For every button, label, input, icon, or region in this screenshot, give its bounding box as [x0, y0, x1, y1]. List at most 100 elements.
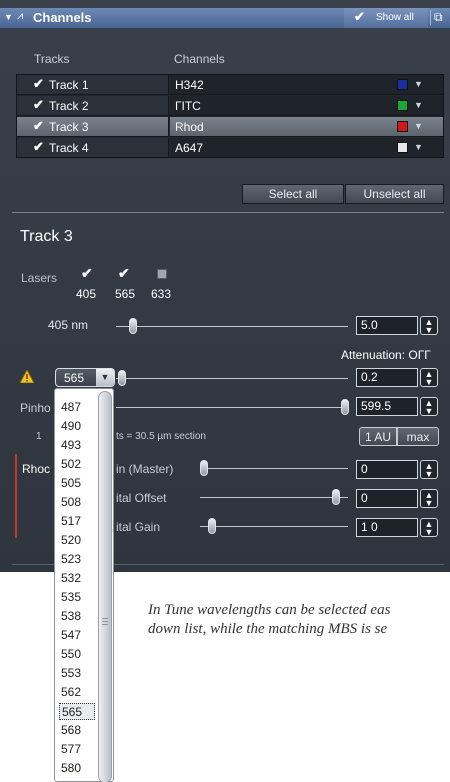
dropdown-option[interactable]: 547	[59, 627, 95, 644]
dropdown-option[interactable]: 577	[59, 741, 95, 758]
dropdown-scrollbar[interactable]	[98, 391, 112, 782]
wavelength-power-slider-track[interactable]	[116, 378, 348, 379]
dropdown-option[interactable]: 535	[59, 589, 95, 606]
dropdown-option[interactable]: 502	[59, 456, 95, 473]
laser-405-power-input[interactable]: 5.0	[356, 316, 418, 335]
unselect-all-button[interactable]: Unselect all	[345, 184, 444, 204]
digital-gain-input[interactable]: 1 0	[356, 518, 418, 537]
track-label: Track 4	[49, 141, 89, 155]
laser-405-slider-track[interactable]	[116, 326, 348, 327]
table-row[interactable]: ✔ Track 2 ГITC ▼	[17, 96, 443, 116]
digital-offset-input[interactable]: 0	[356, 489, 418, 508]
channel-cell[interactable]: Rhod ▼	[170, 117, 443, 136]
undock-icon[interactable]: ⧉	[430, 10, 446, 25]
collapse-triangle-icon[interactable]: ▼	[4, 12, 13, 22]
chevron-down-icon[interactable]: ▼	[414, 100, 423, 110]
chevron-down-icon[interactable]: ▼	[414, 79, 423, 89]
master-gain-slider-track[interactable]	[200, 468, 348, 469]
laser-633-checkbox[interactable]	[157, 269, 167, 279]
track-label: Track 2	[49, 99, 89, 113]
wavelength-dropdown-list[interactable]: 487 490 493 502 505 508 517 520 523 532 …	[54, 388, 114, 782]
master-gain-input[interactable]: 0	[356, 460, 418, 479]
pinhole-slider-track[interactable]	[116, 407, 348, 408]
channel-color-swatch[interactable]	[397, 142, 408, 153]
dropdown-option-selected[interactable]: 565	[59, 703, 95, 720]
one-au-button[interactable]: 1 AU	[359, 427, 397, 446]
track-cell[interactable]: ✔ Track 3	[17, 117, 169, 136]
dropdown-option[interactable]: 520	[59, 532, 95, 549]
channel-color-swatch[interactable]	[397, 121, 408, 132]
track-cell[interactable]: ✔ Track 2	[17, 96, 169, 115]
attenuation-status: Attenuation: OГГ	[341, 348, 431, 362]
channel-color-swatch[interactable]	[397, 100, 408, 111]
scrollbar-grip	[102, 618, 108, 619]
laser-405-power-label: 405 nm	[48, 318, 89, 332]
tracks-table: ✔ Track 1 H342 ▼ ✔ Track 2 ГITC ▼ ✔ Trac…	[16, 74, 444, 158]
tracks-table-header: Tracks Channels	[16, 52, 444, 72]
track-check-icon[interactable]: ✔	[33, 76, 44, 92]
dropdown-option[interactable]: 580	[59, 760, 95, 777]
warning-icon	[20, 370, 34, 383]
section-thickness-text: ts = 30.5 µm section	[116, 431, 206, 442]
dropdown-option[interactable]: 508	[59, 494, 95, 511]
pinhole-spinner[interactable]: ▲ ▼	[420, 397, 438, 416]
chevron-down-icon[interactable]: ▼	[414, 121, 423, 131]
channel-label: H342	[175, 78, 204, 92]
table-row[interactable]: ✔ Track 1 H342 ▼	[17, 75, 443, 95]
dropdown-option[interactable]: 487	[59, 399, 95, 416]
wavelength-power-slider-thumb[interactable]	[118, 370, 126, 386]
channel-cell[interactable]: A647 ▼	[170, 138, 443, 157]
master-gain-spinner[interactable]: ▲ ▼	[420, 460, 438, 479]
dropdown-option[interactable]: 568	[59, 722, 95, 739]
digital-gain-spinner[interactable]: ▲ ▼	[420, 518, 438, 537]
digital-offset-spinner[interactable]: ▲ ▼	[420, 489, 438, 508]
dropdown-option[interactable]: 490	[59, 418, 95, 435]
master-gain-label: in (Master)	[116, 462, 174, 476]
dropdown-option[interactable]: 553	[59, 665, 95, 682]
panel-titlebar[interactable]: ▼ ⩘ Channels ✔ Show all ⧉	[0, 8, 450, 28]
wavelength-power-spinner[interactable]: ▲ ▼	[420, 368, 438, 387]
track-check-icon[interactable]: ✔	[33, 97, 44, 113]
laser-405-checkbox[interactable]: ✔	[81, 266, 95, 280]
dropdown-option[interactable]: 538	[59, 608, 95, 625]
table-row[interactable]: ✔ Track 4 A647 ▼	[17, 138, 443, 158]
digital-gain-slider-track[interactable]	[200, 526, 348, 527]
dropdown-option[interactable]: 505	[59, 475, 95, 492]
track-cell[interactable]: ✔ Track 1	[17, 75, 169, 94]
dropdown-option[interactable]: 562	[59, 684, 95, 701]
track-cell[interactable]: ✔ Track 4	[17, 138, 169, 157]
laser-405-spinner[interactable]: ▲ ▼	[420, 316, 438, 335]
pinhole-slider-thumb[interactable]	[341, 399, 349, 415]
master-gain-slider-thumb[interactable]	[200, 460, 208, 476]
digital-offset-slider-track[interactable]	[200, 497, 348, 498]
table-row[interactable]: ✔ Track 3 Rhod ▼	[17, 117, 443, 137]
pinhole-input[interactable]: 599.5	[356, 397, 418, 416]
track-check-icon[interactable]: ✔	[33, 118, 44, 134]
channel-color-swatch[interactable]	[397, 79, 408, 90]
wavelength-power-input[interactable]: 0.2	[356, 368, 418, 387]
laser-405-slider-thumb[interactable]	[129, 318, 137, 334]
chevron-down-icon[interactable]: ▼	[414, 142, 423, 152]
laser-565-checkbox[interactable]: ✔	[118, 266, 132, 280]
dropdown-option[interactable]: 493	[59, 437, 95, 454]
show-all-toggle[interactable]: ✔ Show all	[344, 8, 428, 28]
wavelength-select[interactable]: 565 ▼	[55, 368, 115, 387]
digital-gain-slider-thumb[interactable]	[208, 518, 216, 534]
dropdown-option[interactable]: 517	[59, 513, 95, 530]
dropdown-option[interactable]: 523	[59, 551, 95, 568]
airy-prefix: 1	[36, 431, 42, 442]
dropdown-option[interactable]: 550	[59, 646, 95, 663]
laser-565-label: 565	[115, 287, 136, 301]
caption-line-2: down list, while the matching MBS is se	[148, 621, 388, 637]
dropdown-option[interactable]: 532	[59, 570, 95, 587]
max-button[interactable]: max	[397, 427, 439, 446]
channel-cell[interactable]: H342 ▼	[170, 75, 443, 94]
track-label: Track 1	[49, 78, 89, 92]
digital-offset-slider-thumb[interactable]	[332, 489, 340, 505]
select-all-button[interactable]: Select all	[242, 184, 344, 204]
channel-cell[interactable]: ГITC ▼	[170, 96, 443, 115]
wavelength-select-value: 565	[64, 371, 85, 385]
track-check-icon[interactable]: ✔	[33, 139, 44, 155]
chevron-down-icon[interactable]: ▼	[96, 369, 114, 386]
channel-label: ГITC	[175, 99, 201, 113]
